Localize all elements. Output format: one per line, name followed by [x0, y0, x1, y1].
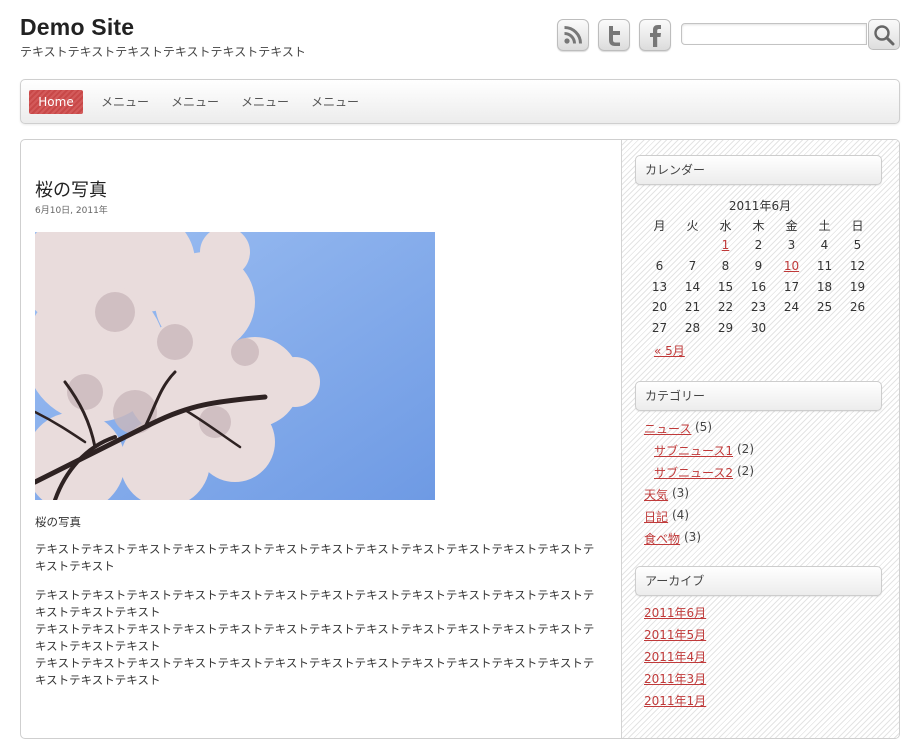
- calendar-day: 27: [651, 321, 668, 336]
- nav-item-menu-4[interactable]: メニュー: [311, 90, 359, 114]
- calendar-widget-title: カレンダー: [635, 155, 882, 185]
- main-nav: Home メニュー メニュー メニュー メニュー: [20, 79, 900, 124]
- category-count: (5): [695, 420, 712, 434]
- search-icon: [874, 25, 895, 46]
- calendar-day: 25: [816, 300, 833, 315]
- calendar-day-link[interactable]: 10: [775, 259, 808, 273]
- categories-widget-title: カテゴリー: [635, 381, 882, 411]
- calendar-day: 16: [750, 279, 767, 294]
- nav-item-menu-2[interactable]: メニュー: [171, 90, 219, 114]
- calendar-day-link[interactable]: 1: [709, 238, 742, 252]
- calendar-day: 30: [750, 321, 767, 336]
- calendar-day: 21: [684, 300, 701, 315]
- calendar-weekday: 土: [818, 219, 831, 233]
- category-link[interactable]: 天気: [644, 486, 668, 503]
- rss-icon: [564, 26, 582, 44]
- calendar-day: 6: [655, 258, 664, 273]
- category-count: (3): [684, 530, 701, 544]
- calendar-day: 23: [750, 300, 767, 315]
- search-input[interactable]: [681, 23, 867, 45]
- nav-item-menu-1[interactable]: メニュー: [101, 90, 149, 114]
- post-image-caption: 桜の写真: [35, 515, 81, 529]
- category-link[interactable]: サブニュース2: [654, 464, 733, 481]
- calendar-day: 8: [721, 258, 730, 273]
- calendar-day: 29: [717, 321, 734, 336]
- calendar-prev-month-link[interactable]: « 5月: [654, 342, 685, 359]
- category-count: (2): [737, 464, 754, 478]
- calendar-day: 5: [853, 238, 862, 252]
- archives-widget-title: アーカイブ: [635, 566, 882, 596]
- calendar-day: 14: [684, 279, 701, 294]
- calendar-day: 11: [816, 258, 833, 273]
- twitter-icon: [609, 26, 620, 46]
- calendar-day: 17: [783, 279, 800, 294]
- nav-item-menu-3[interactable]: メニュー: [241, 90, 289, 114]
- facebook-button[interactable]: [639, 19, 671, 51]
- calendar-day: 15: [717, 279, 734, 294]
- calendar-weekday: 金: [785, 219, 798, 233]
- calendar-weekday: 水: [719, 219, 732, 233]
- post-date: 6月10日, 2011年: [35, 206, 108, 216]
- calendar-day: 4: [820, 238, 829, 252]
- post-paragraph-2: テキストテキストテキストテキストテキストテキストテキストテキストテキストテキスト…: [35, 588, 595, 687]
- category-count: (4): [672, 508, 689, 522]
- category-link[interactable]: サブニュース1: [654, 442, 733, 459]
- calendar-weekday: 木: [752, 219, 765, 233]
- calendar-day: 12: [849, 258, 866, 273]
- rss-button[interactable]: [557, 19, 589, 51]
- post-paragraph-1: テキストテキストテキストテキストテキストテキストテキストテキストテキストテキスト…: [35, 542, 595, 573]
- archive-link[interactable]: 2011年4月: [644, 648, 706, 665]
- calendar-weekday: 火: [686, 219, 699, 233]
- category-count: (3): [672, 486, 689, 500]
- calendar-day: 3: [787, 238, 796, 252]
- calendar-day: 7: [688, 258, 697, 273]
- site-tagline: テキストテキストテキストテキストテキストテキスト: [20, 45, 306, 59]
- calendar-day: 18: [816, 279, 833, 294]
- calendar-weekday: 月: [653, 219, 666, 233]
- category-link[interactable]: 食べ物: [644, 530, 680, 547]
- calendar-day: 22: [717, 300, 734, 315]
- archive-link[interactable]: 2011年6月: [644, 604, 706, 621]
- calendar-day: 26: [849, 300, 866, 315]
- site-title[interactable]: Demo Site: [20, 14, 134, 41]
- category-link[interactable]: ニュース: [644, 420, 691, 437]
- calendar-caption: 2011年6月: [728, 199, 792, 213]
- archive-link[interactable]: 2011年5月: [644, 626, 706, 643]
- search-button[interactable]: [868, 19, 900, 50]
- calendar-weekday: 日: [851, 219, 864, 233]
- facebook-icon: [650, 25, 661, 47]
- calendar-day: 9: [754, 258, 763, 273]
- calendar-day: 13: [651, 279, 668, 294]
- calendar-day: 28: [684, 321, 701, 336]
- nav-item-home[interactable]: Home: [29, 90, 83, 114]
- calendar-day: 19: [849, 279, 866, 294]
- calendar-day: 20: [651, 300, 668, 315]
- calendar-day: 2: [754, 238, 763, 252]
- twitter-button[interactable]: [598, 19, 630, 51]
- archive-link[interactable]: 2011年1月: [644, 692, 706, 709]
- post-title[interactable]: 桜の写真: [35, 176, 107, 202]
- category-count: (2): [737, 442, 754, 456]
- calendar-day: 24: [783, 300, 800, 315]
- archive-link[interactable]: 2011年3月: [644, 670, 706, 687]
- category-link[interactable]: 日記: [644, 508, 668, 525]
- cherry-blossom-photo: [35, 232, 435, 500]
